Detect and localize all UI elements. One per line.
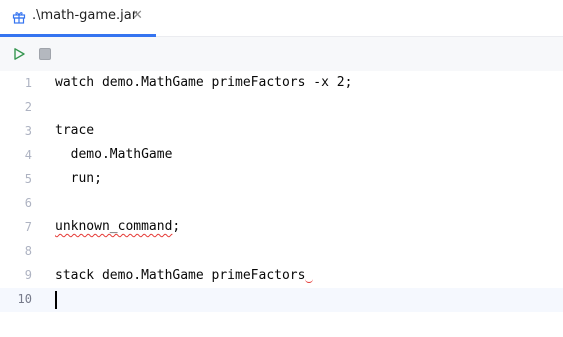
code-text: watch demo.MathGame primeFactors -x 2; bbox=[55, 75, 353, 90]
code-content: stack demo.MathGame primeFactors bbox=[55, 268, 306, 283]
line-number: 9 bbox=[24, 268, 32, 282]
code-text: trace bbox=[55, 123, 95, 138]
gift-icon bbox=[12, 12, 26, 24]
code-line: 5 run; bbox=[0, 168, 563, 192]
error-token: unknown_command bbox=[55, 219, 173, 234]
line-number: 7 bbox=[24, 220, 32, 234]
code-text: unknown_command; bbox=[55, 219, 180, 234]
code-text: run; bbox=[55, 171, 102, 186]
close-icon[interactable]: ✕ bbox=[132, 8, 143, 24]
text-caret bbox=[55, 291, 57, 309]
line-number: 3 bbox=[24, 124, 32, 138]
line-number: 10 bbox=[17, 292, 32, 306]
code-line: 6 bbox=[0, 192, 563, 216]
line-number: 6 bbox=[24, 196, 32, 210]
code-line: 3 trace bbox=[0, 120, 563, 144]
code-text: stack demo.MathGame primeFactors bbox=[55, 267, 314, 283]
stop-icon[interactable] bbox=[38, 47, 52, 61]
line-number: 2 bbox=[24, 100, 32, 114]
error-marker bbox=[305, 267, 314, 283]
code-editor[interactable]: 1 watch demo.MathGame primeFactors -x 2;… bbox=[0, 72, 563, 337]
code-line: 8 bbox=[0, 240, 563, 264]
code-text: demo.MathGame bbox=[55, 147, 173, 162]
line-number: 4 bbox=[24, 148, 32, 162]
editor-tab-bar: .\math-game.jar ✕ bbox=[0, 0, 563, 37]
tab-label: .\math-game.jar bbox=[32, 8, 138, 23]
code-line: 2 bbox=[0, 96, 563, 120]
code-line: 7 unknown_command; bbox=[0, 216, 563, 240]
code-line: 1 watch demo.MathGame primeFactors -x 2; bbox=[0, 72, 563, 96]
code-line: 4 demo.MathGame bbox=[0, 144, 563, 168]
code-punctuation: ; bbox=[172, 219, 181, 234]
line-number: 8 bbox=[24, 244, 32, 258]
toolbar bbox=[0, 37, 563, 71]
tab-math-game-jar[interactable]: .\math-game.jar ✕ bbox=[0, 0, 156, 37]
run-icon[interactable] bbox=[12, 47, 26, 61]
line-number: 5 bbox=[24, 172, 32, 186]
line-number: 1 bbox=[24, 76, 32, 90]
code-line: 9 stack demo.MathGame primeFactors bbox=[0, 264, 563, 288]
code-line-current: 10 bbox=[0, 288, 563, 312]
